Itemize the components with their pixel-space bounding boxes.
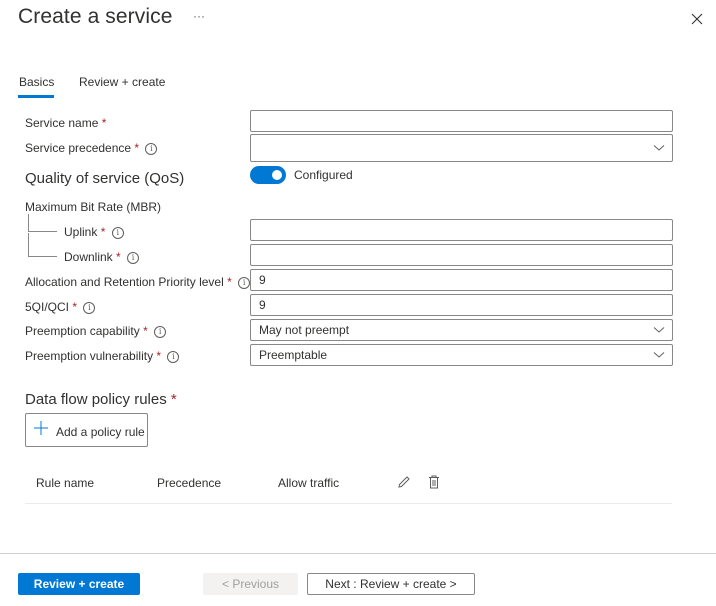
downlink-input[interactable]	[250, 244, 673, 266]
qci-label: 5QI/QCI * i	[25, 300, 96, 314]
tree-connector-uplink	[28, 214, 57, 232]
info-icon[interactable]: i	[83, 301, 96, 314]
tree-connector-downlink	[28, 233, 57, 257]
preemption-capability-label: Preemption capability * i	[25, 324, 167, 338]
required-mark: *	[134, 141, 140, 155]
required-mark: *	[72, 300, 78, 314]
qos-heading: Quality of service (QoS)	[25, 170, 185, 187]
required-mark: *	[170, 391, 177, 408]
uplink-input[interactable]	[250, 219, 673, 241]
info-icon[interactable]: i	[167, 350, 180, 363]
label-text: Service precedence	[25, 141, 132, 155]
qos-toggle[interactable]	[250, 166, 286, 184]
required-mark: *	[100, 225, 106, 239]
label-text: Preemption capability	[25, 324, 140, 338]
table-row-separator	[25, 503, 672, 504]
close-icon	[691, 13, 703, 25]
label-text: 5QI/QCI	[25, 300, 70, 314]
qos-toggle-label: Configured	[294, 168, 353, 182]
plus-icon	[34, 421, 48, 435]
arp-input[interactable]: 9	[250, 269, 673, 291]
info-icon[interactable]: i	[111, 226, 124, 239]
heading-text: Data flow policy rules	[25, 391, 167, 408]
required-mark: *	[101, 116, 107, 130]
trash-icon	[429, 475, 439, 489]
label-text: Preemption vulnerability	[25, 349, 154, 363]
required-mark: *	[143, 324, 148, 338]
required-mark: *	[227, 275, 232, 289]
label-text: Allocation and Retention Priority level	[25, 275, 224, 289]
downlink-label: Downlink * i	[64, 250, 140, 264]
preemption-vulnerability-dropdown[interactable]: Preemptable	[250, 344, 673, 366]
preemption-vulnerability-label: Preemption vulnerability * i	[25, 349, 180, 363]
label-text: Service name	[25, 116, 99, 130]
chevron-down-icon	[653, 327, 665, 333]
required-mark: *	[156, 349, 162, 363]
service-precedence-label: Service precedence * i	[25, 141, 158, 155]
delete-button[interactable]	[428, 475, 440, 489]
close-button[interactable]	[689, 11, 705, 27]
next-button[interactable]: Next : Review + create >	[307, 573, 475, 595]
preemption-capability-dropdown[interactable]: May not preempt	[250, 319, 673, 341]
add-policy-rule-button[interactable]: Add a policy rule	[25, 413, 148, 447]
page-title: Create a service	[18, 5, 173, 28]
info-icon[interactable]: i	[154, 325, 167, 338]
toggle-knob	[272, 170, 282, 180]
info-icon[interactable]: i	[127, 251, 140, 264]
field-value: 9	[259, 298, 266, 312]
column-header-precedence[interactable]: Precedence	[157, 476, 221, 490]
service-name-input[interactable]	[250, 110, 673, 132]
service-precedence-dropdown[interactable]	[250, 134, 673, 162]
uplink-label: Uplink * i	[64, 225, 124, 239]
label-text: Uplink	[64, 225, 98, 239]
review-create-button[interactable]: Review + create	[18, 573, 140, 595]
tab-basics[interactable]: Basics	[19, 75, 54, 89]
tab-review-create[interactable]: Review + create	[79, 75, 165, 89]
column-header-rule-name[interactable]: Rule name	[36, 476, 94, 490]
chevron-down-icon	[653, 145, 665, 151]
label-text: Downlink	[64, 250, 113, 264]
arp-label: Allocation and Retention Priority level …	[25, 275, 251, 289]
field-value: Preemptable	[259, 348, 328, 362]
info-icon[interactable]: i	[145, 142, 158, 155]
field-value: May not preempt	[259, 323, 350, 337]
info-icon[interactable]: i	[238, 276, 251, 289]
field-value: 9	[259, 273, 266, 287]
active-tab-indicator	[18, 95, 54, 98]
column-header-allow-traffic[interactable]: Allow traffic	[278, 476, 339, 490]
qci-input[interactable]: 9	[250, 294, 673, 316]
footer-divider	[0, 553, 716, 554]
more-options-button[interactable]: ···	[193, 9, 205, 23]
pencil-icon	[398, 476, 410, 488]
previous-button[interactable]: < Previous	[203, 573, 298, 595]
chevron-down-icon	[653, 352, 665, 358]
edit-button[interactable]	[397, 475, 411, 489]
mbr-label: Maximum Bit Rate (MBR)	[25, 200, 162, 214]
policy-rules-heading: Data flow policy rules *	[25, 391, 177, 408]
service-name-label: Service name *	[25, 116, 106, 130]
required-mark: *	[116, 250, 121, 264]
button-label: Add a policy rule	[56, 425, 145, 439]
